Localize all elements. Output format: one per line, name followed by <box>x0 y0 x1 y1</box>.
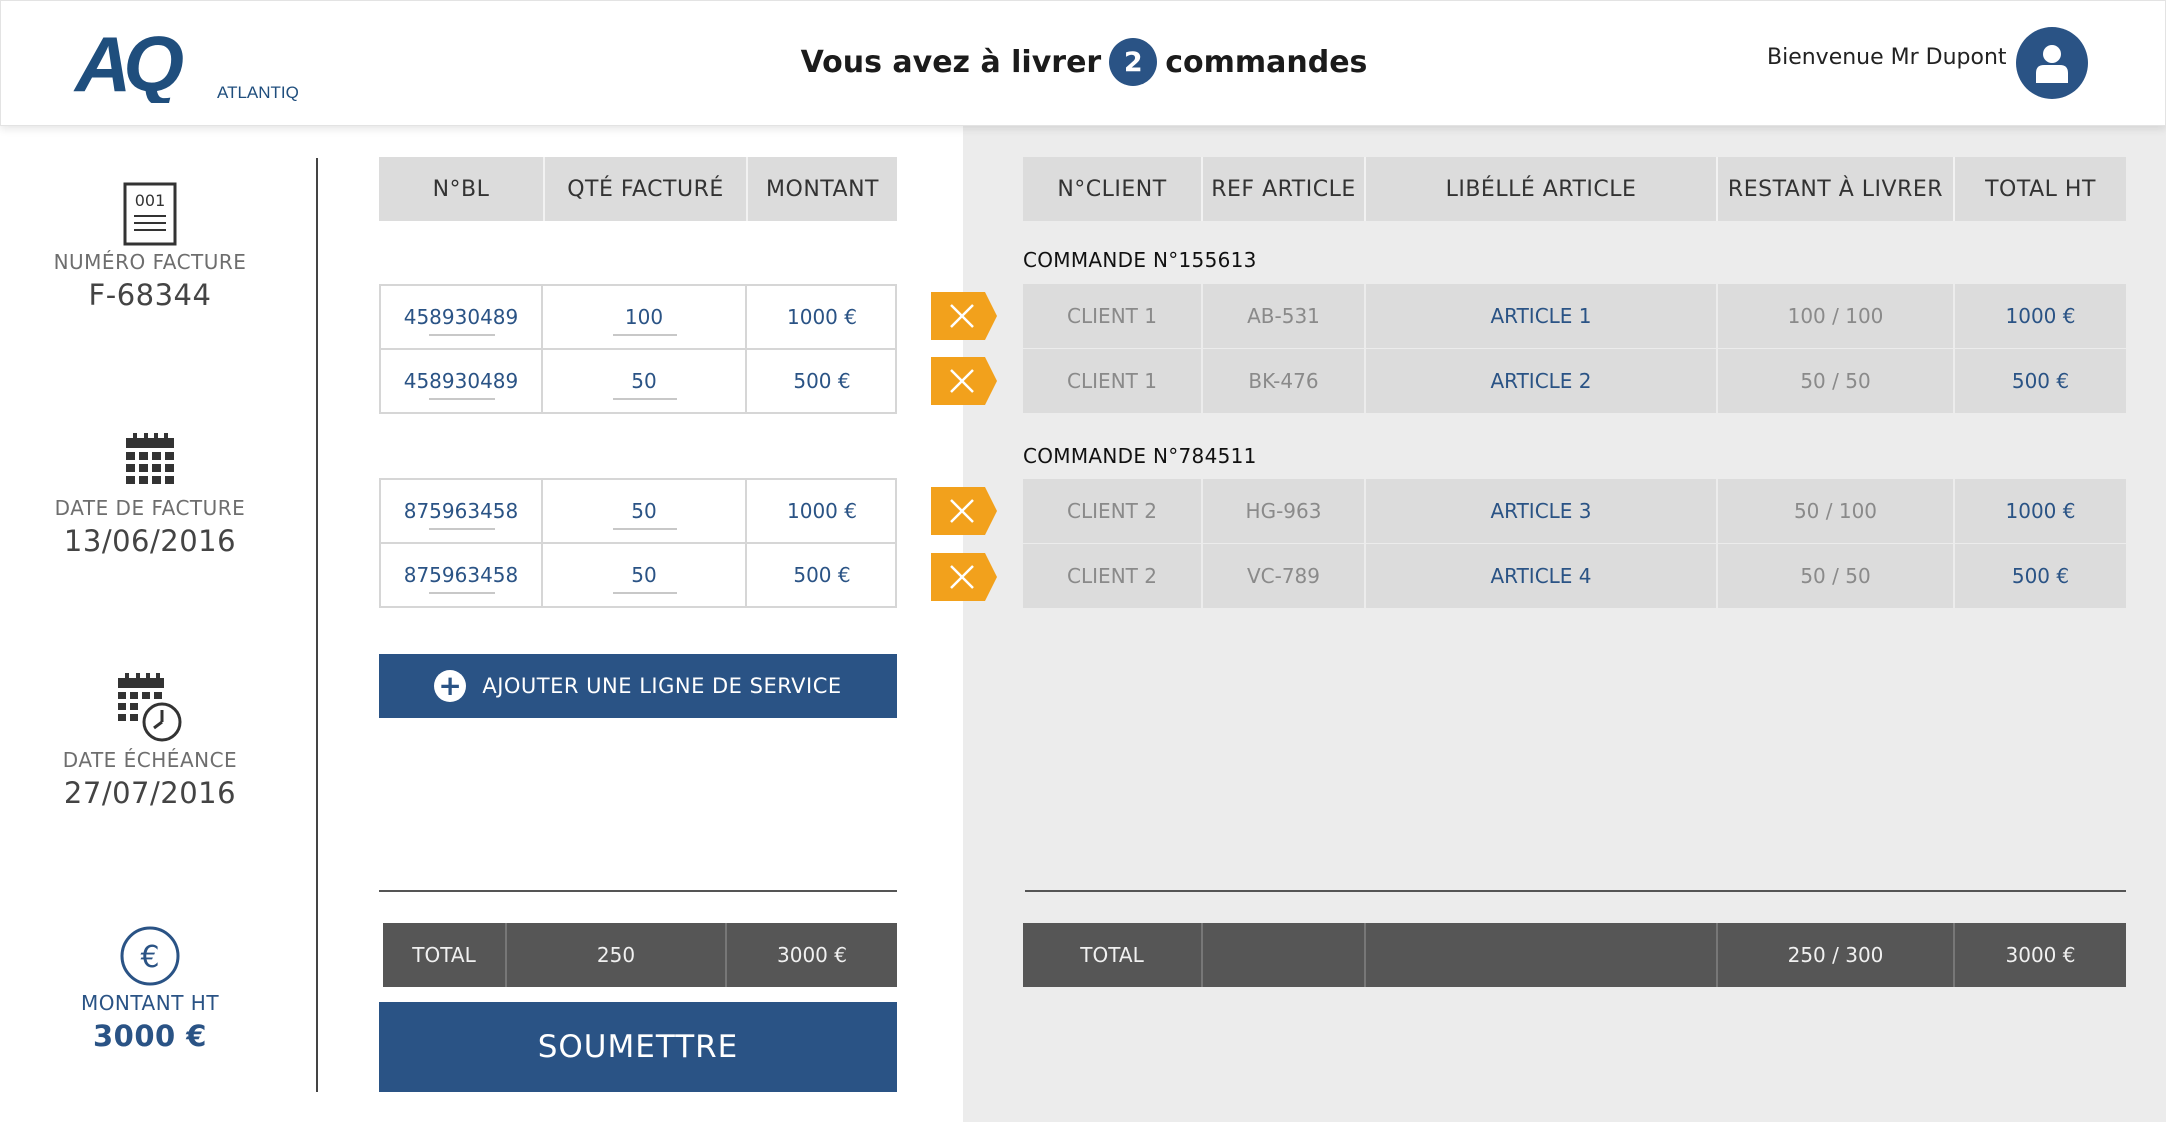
delete-row-button[interactable] <box>931 553 997 601</box>
column-header-remaining[interactable]: RESTANT À LIVRER <box>1718 157 1955 221</box>
total-cell: 1000 € <box>2005 499 2076 523</box>
qty-input[interactable]: 50 <box>543 350 747 412</box>
due-date-value: 27/07/2016 <box>63 776 237 810</box>
column-header-client[interactable]: N°CLIENT <box>1023 157 1203 221</box>
client-cell: CLIENT 2 <box>1023 479 1203 543</box>
sidebar-divider <box>316 158 318 1092</box>
order-title: COMMANDE N°155613 <box>1023 248 1257 272</box>
header-title-before: Vous avez à livrer <box>800 44 1102 80</box>
amount-label: MONTANT HT <box>80 991 220 1015</box>
total-amount: 3000 € <box>777 943 847 967</box>
submit-button[interactable]: SOUMETTRE <box>379 1002 897 1092</box>
client-cell: CLIENT 2 <box>1023 544 1203 608</box>
row-amount: 500 € <box>793 563 851 587</box>
delivery-row: 875963458 50 1000 € <box>379 478 897 544</box>
euro-symbol: € <box>140 940 159 975</box>
article-cell: ARTICLE 2 <box>1366 349 1718 413</box>
invoice-date-block: DATE DE FACTURE 13/06/2016 <box>0 432 300 558</box>
due-date-block: DATE ÉCHÉANCE 27/07/2016 <box>0 672 300 810</box>
order-total-amount: 3000 € <box>2005 943 2076 967</box>
remaining-cell: 100 / 100 <box>1718 284 1955 348</box>
invoice-number-value: F-68344 <box>88 278 212 312</box>
ref-cell: AB-531 <box>1203 284 1366 348</box>
ref-cell: VC-789 <box>1203 544 1366 608</box>
delivery-row: 458930489 100 1000 € <box>379 284 897 350</box>
remaining-cell: 50 / 50 <box>1718 544 1955 608</box>
order-row[interactable]: CLIENT 1 AB-531 ARTICLE 1 100 / 100 1000… <box>1023 284 2126 348</box>
order-title: COMMANDE N°784511 <box>1023 444 1257 468</box>
add-service-line-button[interactable]: + AJOUTER UNE LIGNE DE SERVICE <box>379 654 897 718</box>
ref-cell: BK-476 <box>1203 349 1366 413</box>
column-header-ref[interactable]: REF ARTICLE <box>1203 157 1366 221</box>
user-icon <box>2036 45 2068 83</box>
invoice-number-block: 001 NUMÉRO FACTURE F-68344 <box>0 182 300 312</box>
plus-circle-icon: + <box>434 670 467 702</box>
column-header-bl[interactable]: N°BL <box>379 157 545 221</box>
bl-number-input[interactable]: 875963458 <box>381 480 543 542</box>
delivery-row: 875963458 50 500 € <box>379 542 897 608</box>
right-total-separator <box>1025 890 2126 892</box>
client-cell: CLIENT 1 <box>1023 284 1203 348</box>
column-header-amount[interactable]: MONTANT <box>748 157 897 221</box>
row-amount: 1000 € <box>787 499 857 523</box>
total-qty: 250 <box>507 923 727 987</box>
order-total-empty-ref <box>1203 923 1366 987</box>
qty-input[interactable]: 100 <box>543 286 747 348</box>
calendar-clock-icon <box>118 673 182 742</box>
header-title-after: commandes <box>1165 44 1368 80</box>
qty-input[interactable]: 50 <box>543 544 747 606</box>
calendar-icon <box>126 433 174 484</box>
bl-number-input[interactable]: 875963458 <box>381 544 543 606</box>
total-cell: 500 € <box>2011 564 2070 588</box>
amount-value: 3000 € <box>93 1019 207 1053</box>
total-cell: 500 € <box>2011 369 2070 393</box>
app-header: AQ ATLANTIQ Vous avez à livrer 2 command… <box>0 0 2166 126</box>
column-header-total[interactable]: TOTAL HT <box>1955 157 2126 221</box>
delete-row-button[interactable] <box>931 292 997 340</box>
qty-input[interactable]: 50 <box>543 480 747 542</box>
remaining-cell: 50 / 50 <box>1718 349 1955 413</box>
invoice-date-label: DATE DE FACTURE <box>54 496 246 520</box>
delivery-total-bar: TOTAL 250 3000 € <box>383 923 897 987</box>
total-label: TOTAL <box>383 923 507 987</box>
column-header-qty[interactable]: QTÉ FACTURÉ <box>545 157 748 221</box>
order-total-bar: TOTAL 250 / 300 3000 € <box>1023 923 2126 987</box>
user-avatar[interactable] <box>2016 27 2088 99</box>
delete-row-button[interactable] <box>931 357 997 405</box>
invoice-date-value: 13/06/2016 <box>63 524 237 558</box>
row-amount: 1000 € <box>787 305 857 329</box>
remaining-cell: 50 / 100 <box>1718 479 1955 543</box>
invoice-number-label: NUMÉRO FACTURE <box>53 250 247 274</box>
article-cell: ARTICLE 4 <box>1366 544 1718 608</box>
order-total-label: TOTAL <box>1023 923 1203 987</box>
delete-row-button[interactable] <box>931 487 997 535</box>
article-cell: ARTICLE 3 <box>1366 479 1718 543</box>
row-amount: 500 € <box>793 369 851 393</box>
welcome-message: Bienvenue Mr Dupont <box>1767 45 2007 70</box>
article-cell: ARTICLE 1 <box>1366 284 1718 348</box>
order-row[interactable]: CLIENT 1 BK-476 ARTICLE 2 50 / 50 500 € <box>1023 349 2126 413</box>
invoice-document-icon: 001 <box>123 182 177 246</box>
order-total-remaining: 250 / 300 <box>1718 923 1955 987</box>
add-service-label: AJOUTER UNE LIGNE DE SERVICE <box>482 674 842 698</box>
order-row[interactable]: CLIENT 2 VC-789 ARTICLE 4 50 / 50 500 € <box>1023 544 2126 608</box>
left-total-separator <box>379 890 897 892</box>
delivery-row: 458930489 50 500 € <box>379 348 897 414</box>
bl-number-input[interactable]: 458930489 <box>381 286 543 348</box>
order-total-empty-article <box>1366 923 1718 987</box>
column-header-article[interactable]: LIBÉLLÉ ARTICLE <box>1366 157 1718 221</box>
total-cell: 1000 € <box>2005 304 2076 328</box>
order-row[interactable]: CLIENT 2 HG-963 ARTICLE 3 50 / 100 1000 … <box>1023 479 2126 543</box>
bl-number-input[interactable]: 458930489 <box>381 350 543 412</box>
euro-circle-icon: € <box>120 926 180 986</box>
invoice-icon-number: 001 <box>135 191 166 210</box>
amount-block: € MONTANT HT 3000 € <box>0 925 300 1053</box>
client-cell: CLIENT 1 <box>1023 349 1203 413</box>
order-count-badge: 2 <box>1109 38 1158 86</box>
ref-cell: HG-963 <box>1203 479 1366 543</box>
due-date-label: DATE ÉCHÉANCE <box>62 748 238 772</box>
